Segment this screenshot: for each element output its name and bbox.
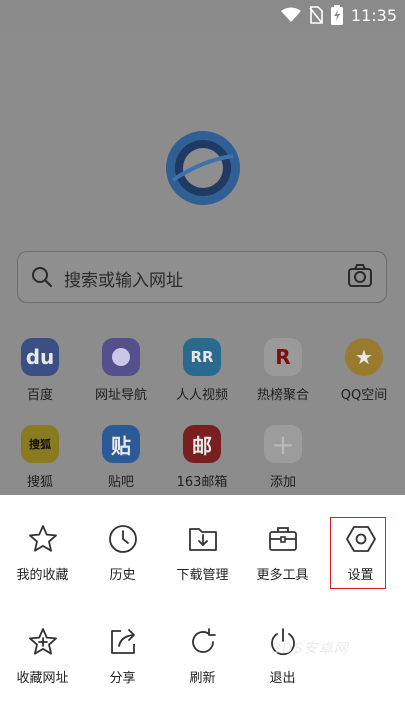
menu-my-favorites[interactable]: 我的收藏 (2, 523, 83, 583)
menu-refresh[interactable]: 刷新 (162, 626, 243, 686)
refresh-icon (191, 628, 216, 653)
search-bar[interactable]: 搜索或输入网址 (17, 251, 387, 303)
menu-label: 我的收藏 (16, 568, 69, 583)
shortcut-label: 163邮箱 (176, 475, 228, 490)
tieba-icon: 贴 (102, 425, 140, 463)
shortcut-label: 热榜聚合 (256, 388, 309, 403)
shortcut-nav[interactable]: 网址导航 (81, 338, 161, 403)
camera-icon[interactable] (347, 264, 373, 288)
plus-icon: + (264, 425, 302, 463)
download-folder-icon (188, 528, 217, 551)
shortcut-sohu[interactable]: 搜狐 搜狐 (0, 425, 80, 490)
shortcut-label: 搜狐 (26, 475, 53, 490)
shortcut-label: 网址导航 (94, 388, 147, 403)
shortcut-add[interactable]: + 添加 (243, 425, 323, 490)
share-icon (110, 629, 135, 654)
status-icons: 11:35 (280, 4, 397, 26)
shortcut-label: QQ空间 (340, 388, 388, 403)
mail-163-icon: 邮 (183, 425, 221, 463)
shortcut-label: 人人视频 (175, 388, 228, 403)
sohu-icon: 搜狐 (21, 425, 59, 463)
menu-bookmark-url[interactable]: 收藏网址 (2, 626, 83, 686)
clock-icon (108, 525, 137, 553)
shortcut-baidu[interactable]: du 百度 (0, 338, 80, 403)
qzone-icon: ★ (345, 338, 383, 376)
browser-logo (166, 131, 240, 205)
shortcut-label: 贴吧 (107, 475, 134, 490)
wifi-icon (280, 7, 301, 22)
status-time: 11:35 (350, 5, 397, 25)
shortcut-qzone[interactable]: ★ QQ空间 (324, 338, 404, 403)
menu-downloads[interactable]: 下载管理 (162, 523, 243, 583)
menu-more-tools[interactable]: 更多工具 (242, 523, 323, 583)
shortcut-tieba[interactable]: 贴 贴吧 (81, 425, 161, 490)
nav-icon (102, 338, 140, 376)
browser-home-dimmed: 搜索或输入网址 du 百度 网址导航 RR 人人视频 R 热榜聚合 ★ QQ空间… (0, 30, 405, 495)
toolbox-icon (268, 527, 297, 551)
star-icon (28, 525, 57, 552)
battery-charging-icon (330, 5, 343, 25)
menu-label: 刷新 (189, 671, 216, 686)
baidu-icon: du (21, 338, 59, 376)
no-sim-icon (309, 6, 323, 24)
shortcut-hot[interactable]: R 热榜聚合 (243, 338, 323, 403)
menu-label: 退出 (269, 671, 296, 686)
menu-label: 历史 (109, 568, 136, 583)
watermark: 3DS安卓网 (272, 641, 349, 657)
search-icon (32, 267, 53, 288)
shortcut-label: 百度 (26, 388, 53, 403)
renren-icon: RR (183, 338, 221, 376)
menu-label: 分享 (109, 671, 136, 686)
menu-label: 更多工具 (256, 568, 309, 583)
shortcut-label: 添加 (269, 475, 296, 490)
menu-label: 下载管理 (176, 568, 229, 583)
star-plus-icon (28, 628, 57, 655)
menu-share[interactable]: 分享 (82, 626, 163, 686)
shortcut-163mail[interactable]: 邮 163邮箱 (162, 425, 242, 490)
menu-label: 收藏网址 (16, 671, 69, 686)
settings-highlight-box (330, 517, 386, 589)
menu-history[interactable]: 历史 (82, 523, 163, 583)
status-bar: 11:35 (0, 0, 405, 30)
shortcut-renren[interactable]: RR 人人视频 (162, 338, 242, 403)
search-placeholder: 搜索或输入网址 (64, 271, 183, 291)
hot-list-icon: R (264, 338, 302, 376)
